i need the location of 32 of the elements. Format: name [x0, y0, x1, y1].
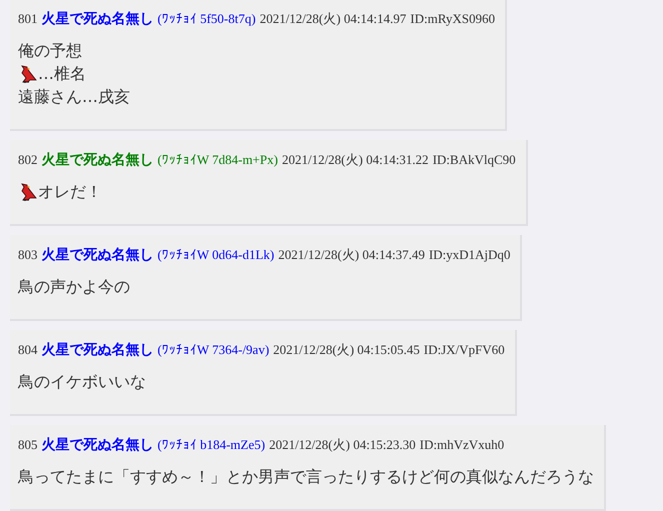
poster-trip: (ﾜｯﾁｮｲW 7364-/9av): [158, 342, 270, 358]
post-text: 俺の予想: [18, 40, 82, 61]
post-text: 鳥ってたまに「すすめ～！」とか男声で言ったりするけど何の真似なんだろうな: [18, 466, 594, 487]
poster-name: 火星で死ぬ名無し: [42, 151, 154, 169]
poster-trip: (ﾜｯﾁｮｲW 7d84-m+Px): [158, 152, 278, 168]
poster-trip: (ﾜｯﾁｮｲ b184-mZe5): [158, 437, 266, 453]
post-date: 2021/12/28(火) 04:15:05.45: [273, 341, 420, 359]
post-date: 2021/12/28(火) 04:14:14.97: [260, 10, 406, 28]
post-date: 2021/12/28(火) 04:14:37.49: [278, 246, 425, 264]
poster-name: 火星で死ぬ名無し: [42, 436, 154, 454]
post-number: 803: [18, 247, 38, 263]
poster-id: ID:mRyXS0960: [410, 11, 496, 27]
poster-id: ID:yxD1AjDq0: [428, 247, 510, 263]
post-text: オレだ！: [38, 181, 102, 202]
post-text: …椎名: [38, 63, 86, 84]
post-text: 鳥のイケボいいな: [18, 371, 146, 392]
post-text: 鳥の声かよ今の: [18, 276, 130, 297]
poster-name: 火星で死ぬ名無し: [42, 10, 154, 28]
post-date: 2021/12/28(火) 04:14:31.22: [282, 151, 429, 169]
post-number: 804: [18, 342, 38, 358]
post-date: 2021/12/28(火) 04:15:23.30: [269, 436, 416, 454]
poster-id: ID:mhVzVxuh0: [420, 437, 504, 453]
post-number: 801: [18, 11, 38, 27]
poster-trip: (ﾜｯﾁｮｲW 0d64-d1Lk): [158, 247, 274, 263]
poster-name: 火星で死ぬ名無し: [42, 341, 154, 359]
poster-id: ID:BAkVlqC90: [432, 152, 516, 168]
post-text: 遠藤さん…戌亥: [18, 86, 130, 107]
poster-id: ID:JX/VpFV60: [424, 342, 505, 358]
post-number: 805: [18, 437, 38, 453]
poster-trip: (ﾜｯﾁｮｲ 5f50-8t7q): [158, 11, 256, 27]
post-number: 802: [18, 152, 38, 168]
poster-name: 火星で死ぬ名無し: [42, 246, 154, 264]
